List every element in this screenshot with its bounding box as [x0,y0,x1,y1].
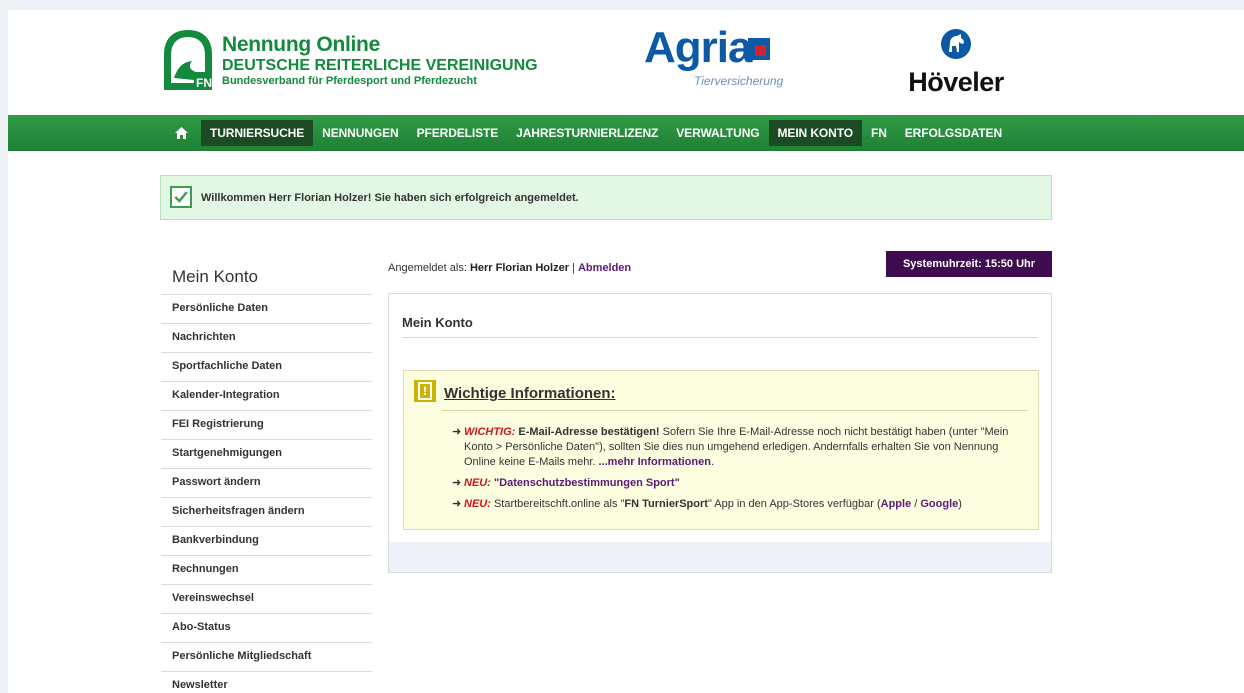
hoeveler-logo[interactable]: Höveler [896,28,1016,98]
apple-link[interactable]: Apple [881,498,912,510]
sidebar-item-kalender-integration[interactable]: Kalender-Integration [161,381,372,410]
agria-logo[interactable]: Agria Tierversicherung [644,24,794,94]
fn-brand[interactable]: Nennung Online DEUTSCHE REITERLICHE VERE… [222,33,538,88]
check-icon [170,186,192,208]
nav-turniersuche[interactable]: TURNIERSUCHE [201,120,314,146]
nav-verwaltung[interactable]: VERWALTUNG [667,120,768,146]
sidebar-item-abo-status[interactable]: Abo-Status [161,613,372,642]
agria-tagline: Tierversicherung [694,74,784,88]
info-list: ➜ WICHTIG: E-Mail-Adresse bestätigen! So… [452,425,1028,518]
sidebar-item-mitgliedschaft[interactable]: Persönliche Mitgliedschaft [161,642,372,671]
arrow-right-icon: ➜ [452,426,462,438]
fn-logo-icon[interactable]: FN [160,28,216,92]
sidebar-item-sicherheitsfragen[interactable]: Sicherheitsfragen ändern [161,497,372,526]
page: FN Nennung Online DEUTSCHE REITERLICHE V… [8,10,1244,693]
nav-nennungen[interactable]: NENNUNGEN [313,120,407,146]
sidebar-item-startgenehmigungen[interactable]: Startgenehmigungen [161,439,372,468]
nav-erfolgsdaten[interactable]: ERFOLGSDATEN [896,120,1011,146]
system-clock: Systemuhrzeit: 15:50 Uhr [886,251,1052,277]
sidebar-item-bankverbindung[interactable]: Bankverbindung [161,526,372,555]
nav-jahresturnierlizenz[interactable]: JAHRESTURNIERLIZENZ [507,120,667,146]
logged-in-prefix: Angemeldet als: [388,262,467,274]
fn-logo-text: FN [196,76,212,90]
sidebar-item-nachrichten[interactable]: Nachrichten [161,323,372,352]
agria-mark-icon [748,38,770,60]
horse-icon [941,29,971,59]
sidebar-item-rechnungen[interactable]: Rechnungen [161,555,372,584]
google-link[interactable]: Google [920,498,958,510]
panel-title: Mein Konto [402,315,473,330]
logged-in-user: Herr Florian Holzer [469,262,569,274]
main-nav: TURNIERSUCHE NENNUNGEN PFERDELISTE JAHRE… [8,115,1244,151]
site-subtitle: DEUTSCHE REITERLICHE VEREINIGUNG [222,57,538,74]
panel-divider [402,337,1038,338]
datenschutz-link[interactable]: "Datenschutzbestimmungen Sport" [494,477,680,489]
sidebar-menu: Persönliche Daten Nachrichten Sportfachl… [161,294,372,693]
info-item-email: ➜ WICHTIG: E-Mail-Adresse bestätigen! So… [452,426,1009,468]
warning-icon: ! [414,380,436,402]
login-status: Angemeldet als: Herr Florian Holzer | Ab… [388,262,631,274]
nav-fn[interactable]: FN [862,120,896,146]
agria-wordmark: Agria [644,23,752,72]
welcome-message: Willkommen Herr Florian Holzer! Sie habe… [201,192,579,204]
home-icon[interactable] [163,120,199,146]
site-subsubtitle: Bundesverband für Pferdesport und Pferde… [222,75,477,87]
more-info-link[interactable]: ...mehr Informationen [599,456,711,468]
status-separator: | [572,262,575,274]
sidebar-item-persoenliche-daten[interactable]: Persönliche Daten [161,294,372,323]
sidebar-item-sportfachliche-daten[interactable]: Sportfachliche Daten [161,352,372,381]
nav-pferdeliste[interactable]: PFERDELISTE [408,120,508,146]
logout-link[interactable]: Abmelden [578,262,631,274]
sidebar-item-fei-registrierung[interactable]: FEI Registrierung [161,410,372,439]
main-panel: Mein Konto ! Wichtige Informationen: ➜ W… [388,293,1052,573]
nav-mein-konto[interactable]: MEIN KONTO [768,120,862,146]
info-item-app: ➜ NEU: Startbereitschft.online als "FN T… [452,498,962,510]
sidebar-item-passwort-aendern[interactable]: Passwort ändern [161,468,372,497]
info-divider [442,410,1028,411]
info-item-datenschutz: ➜ NEU: "Datenschutzbestimmungen Sport" [452,477,680,489]
panel-header: Mein Konto [389,294,1051,354]
sidebar-item-newsletter[interactable]: Newsletter [161,671,372,693]
site-title: Nennung Online [222,33,380,56]
arrow-right-icon: ➜ [452,498,462,510]
sidebar-title: Mein Konto [172,267,258,286]
hoeveler-wordmark: Höveler [908,67,1004,97]
info-title: Wichtige Informationen: [444,385,616,402]
sidebar-item-vereinswechsel[interactable]: Vereinswechsel [161,584,372,613]
arrow-right-icon: ➜ [452,477,462,489]
welcome-alert: Willkommen Herr Florian Holzer! Sie habe… [160,175,1052,220]
info-box: ! Wichtige Informationen: ➜ WICHTIG: E-M… [403,370,1039,530]
